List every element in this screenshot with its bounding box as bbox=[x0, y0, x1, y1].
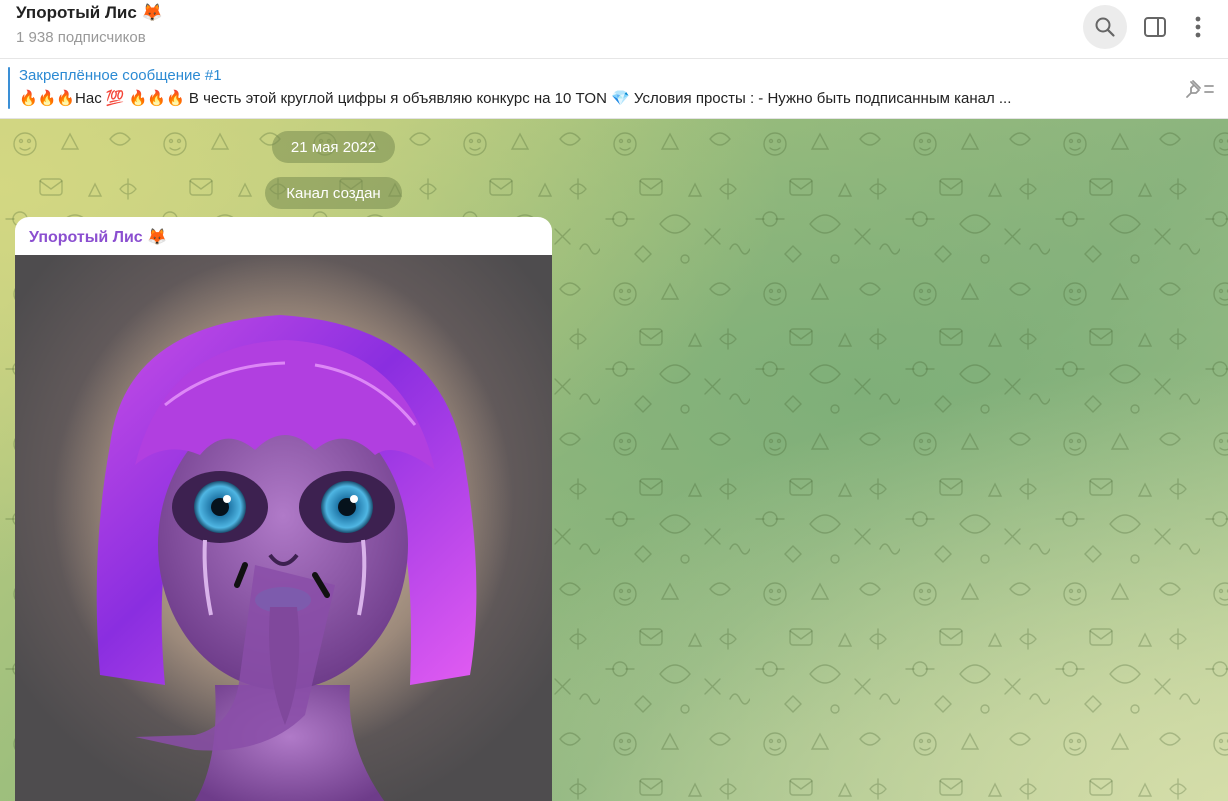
service-message: Канал создан bbox=[265, 177, 402, 209]
search-button[interactable] bbox=[1083, 5, 1127, 49]
sidebar-toggle-icon bbox=[1144, 17, 1166, 37]
more-button[interactable] bbox=[1176, 5, 1220, 49]
post-image[interactable] bbox=[15, 255, 552, 801]
post-author[interactable]: Упоротый Лис 🦊 bbox=[29, 227, 167, 247]
pinned-indicator bbox=[8, 67, 10, 109]
search-icon bbox=[1095, 17, 1115, 37]
pinned-message-bar[interactable]: Закреплённое сообщение #1 🔥🔥🔥Нас 💯 🔥🔥🔥 В… bbox=[0, 59, 1228, 119]
pinned-title: Закреплённое сообщение #1 bbox=[19, 67, 222, 84]
channel-title[interactable]: Упоротый Лис 🦊 bbox=[16, 3, 163, 23]
date-divider: 21 мая 2022 bbox=[272, 131, 395, 163]
sidebar-toggle-button[interactable] bbox=[1133, 5, 1177, 49]
chat-header: Упоротый Лис 🦊 1 938 подписчиков bbox=[0, 0, 1228, 59]
unpin-button[interactable] bbox=[1180, 76, 1216, 104]
unpin-icon bbox=[1186, 80, 1214, 98]
subscriber-count: 1 938 подписчиков bbox=[16, 29, 146, 46]
pinned-text: 🔥🔥🔥Нас 💯 🔥🔥🔥 В честь этой круглой цифры … bbox=[19, 90, 1012, 107]
channel-post[interactable]: Упоротый Лис 🦊 bbox=[15, 217, 552, 801]
chat-area[interactable]: 21 мая 2022 Канал создан Упоротый Лис 🦊 bbox=[0, 119, 1228, 801]
more-vertical-icon bbox=[1195, 16, 1201, 38]
